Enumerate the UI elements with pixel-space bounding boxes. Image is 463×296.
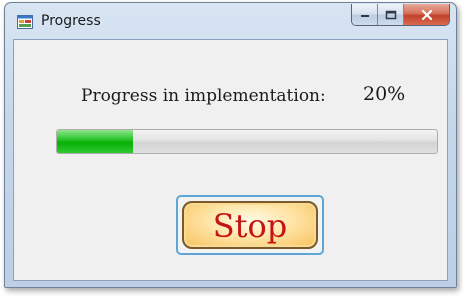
stop-button[interactable]: Stop — [176, 195, 324, 255]
stop-button-label: Stop — [212, 206, 288, 245]
client-area: Progress in implementation: 20% Stop — [13, 39, 448, 281]
stop-button-face: Stop — [182, 201, 318, 249]
maximize-button[interactable] — [378, 4, 404, 25]
caption-buttons — [351, 4, 450, 26]
minimize-button[interactable] — [352, 4, 378, 25]
close-icon — [421, 9, 432, 20]
title-bar[interactable]: Progress — [5, 3, 456, 39]
window-title: Progress — [41, 13, 101, 29]
progress-window: Progress Progress in implementation: 20%… — [4, 2, 457, 288]
progress-label: Progress in implementation: — [81, 86, 326, 106]
progress-bar-fill — [57, 130, 133, 153]
minimize-icon — [360, 14, 369, 17]
application-window-icon — [17, 15, 33, 29]
progress-bar — [56, 129, 438, 154]
maximize-icon — [385, 10, 396, 19]
progress-percent: 20% — [363, 83, 406, 105]
close-button[interactable] — [404, 4, 449, 25]
